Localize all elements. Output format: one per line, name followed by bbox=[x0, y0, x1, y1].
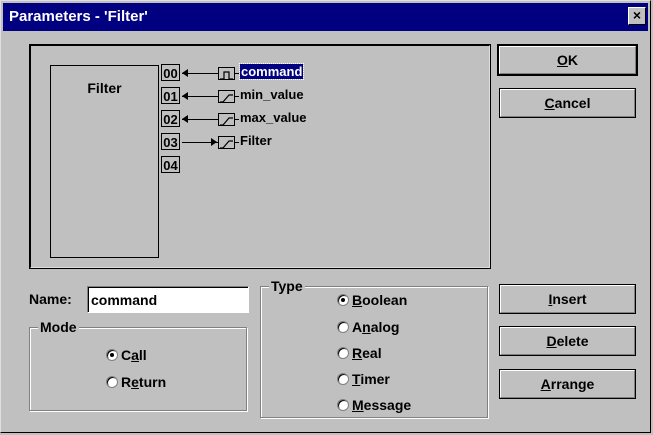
parameter-diagram: Filter 00 command 01 min_value 02 max_value 03… bbox=[29, 44, 491, 269]
insert-label: Insert bbox=[548, 291, 587, 307]
connector-line bbox=[182, 73, 218, 74]
analog-ramp-icon bbox=[218, 90, 235, 103]
analog-ramp-icon-glyph bbox=[220, 94, 233, 103]
mode-call-radio[interactable]: Call bbox=[106, 347, 147, 363]
port-number[interactable]: 04 bbox=[161, 156, 180, 173]
radio-selected-icon bbox=[106, 349, 118, 361]
mode-return-radio[interactable]: Return bbox=[106, 374, 166, 390]
analog-ramp-icon-glyph bbox=[220, 140, 233, 149]
radio-unselected-icon bbox=[337, 373, 349, 385]
boolean-pulse-icon bbox=[218, 67, 235, 80]
type-real-radio[interactable]: Real bbox=[337, 345, 382, 361]
title-bar[interactable]: Parameters - 'Filter' × bbox=[3, 3, 648, 31]
function-block: Filter bbox=[50, 65, 159, 258]
port-number[interactable]: 03 bbox=[161, 133, 180, 150]
cancel-label: Cancel bbox=[544, 95, 591, 111]
type-message-label: Message bbox=[352, 397, 412, 413]
block-label: Filter bbox=[87, 80, 122, 96]
name-label: Name: bbox=[29, 291, 72, 307]
mode-legend: Mode bbox=[38, 319, 79, 335]
param-name[interactable]: command bbox=[238, 63, 305, 80]
analog-ramp-icon bbox=[218, 136, 235, 149]
type-message-radio[interactable]: Message bbox=[337, 397, 411, 413]
radio-unselected-icon bbox=[337, 399, 349, 411]
port-number[interactable]: 01 bbox=[161, 87, 180, 104]
type-boolean-label: Boolean bbox=[352, 292, 408, 308]
mode-return-label: Return bbox=[121, 374, 167, 390]
type-group: Type Boolean Analog Real Timer Message bbox=[260, 278, 488, 418]
connector-stub bbox=[235, 96, 239, 97]
connector-line bbox=[182, 142, 218, 143]
type-boolean-radio[interactable]: Boolean bbox=[337, 292, 407, 308]
arrow-left-icon bbox=[182, 115, 188, 123]
ok-button[interactable]: OK bbox=[497, 44, 638, 76]
radio-unselected-icon bbox=[337, 347, 349, 359]
ok-label: OK bbox=[556, 52, 578, 68]
delete-button[interactable]: Delete bbox=[499, 326, 636, 356]
analog-ramp-icon-glyph bbox=[220, 117, 233, 126]
mode-call-label: Call bbox=[121, 347, 147, 363]
arrow-right-icon bbox=[211, 138, 217, 146]
param-name[interactable]: max_value bbox=[240, 110, 307, 125]
window-title: Parameters - 'Filter' bbox=[9, 8, 148, 25]
connector-line bbox=[182, 96, 218, 97]
arrow-left-icon bbox=[182, 69, 188, 77]
connector-stub bbox=[235, 142, 239, 143]
name-input[interactable] bbox=[87, 286, 249, 313]
arrange-label: Arrange bbox=[540, 376, 595, 392]
delete-label: Delete bbox=[546, 333, 589, 349]
mode-group: Mode Call Return bbox=[29, 319, 247, 411]
type-analog-label: Analog bbox=[352, 319, 400, 335]
connector-stub bbox=[235, 73, 239, 74]
boolean-pulse-icon-glyph bbox=[220, 71, 233, 80]
arrow-left-icon bbox=[182, 92, 188, 100]
type-real-label: Real bbox=[352, 345, 382, 361]
param-name[interactable]: Filter bbox=[240, 133, 272, 148]
parameters-dialog: Parameters - 'Filter' × Filter 00 command… bbox=[0, 0, 651, 433]
radio-unselected-icon bbox=[337, 321, 349, 333]
type-timer-label: Timer bbox=[352, 371, 390, 387]
type-timer-radio[interactable]: Timer bbox=[337, 371, 390, 387]
analog-ramp-icon bbox=[218, 113, 235, 126]
arrange-button[interactable]: Arrange bbox=[499, 369, 636, 399]
port-number[interactable]: 02 bbox=[161, 110, 180, 127]
type-legend: Type bbox=[269, 278, 305, 294]
connector-stub bbox=[235, 119, 239, 120]
connector-line bbox=[182, 119, 218, 120]
radio-unselected-icon bbox=[106, 376, 118, 388]
cancel-button[interactable]: Cancel bbox=[499, 88, 636, 118]
radio-selected-icon bbox=[337, 294, 349, 306]
port-number[interactable]: 00 bbox=[161, 64, 180, 81]
type-analog-radio[interactable]: Analog bbox=[337, 319, 399, 335]
close-button[interactable]: × bbox=[628, 7, 646, 25]
insert-button[interactable]: Insert bbox=[499, 284, 636, 314]
param-name[interactable]: min_value bbox=[240, 87, 304, 102]
